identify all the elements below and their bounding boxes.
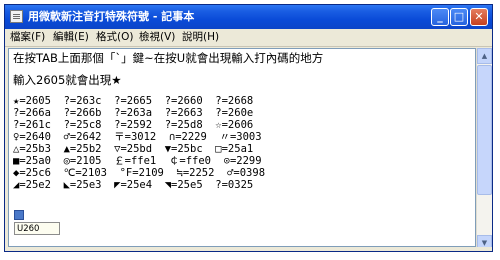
close-button[interactable]: ✕ [470, 8, 488, 26]
menu-file[interactable]: 檔案(F) [10, 31, 45, 44]
scrollbar-thumb[interactable] [477, 65, 492, 195]
scroll-up-icon[interactable]: ▲ [477, 48, 492, 64]
document-line: 在按TAB上面那個「`」鍵~在按U就會出現輸入打內碼的地方 [13, 51, 324, 65]
notepad-window: 用微軟新注音打特殊符號 - 記事本 _ □ ✕ 檔案(F) 編輯(E) 格式(O… [4, 4, 493, 252]
window-bottom-border [5, 247, 492, 251]
document-line: ◢=25e2 ◣=25e3 ◤=25e4 ◥=25e5 ?=0325 [13, 179, 254, 191]
notepad-icon[interactable] [10, 10, 23, 23]
title-bar[interactable]: 用微軟新注音打特殊符號 - 記事本 _ □ ✕ [5, 5, 492, 29]
menu-help[interactable]: 說明(H) [182, 31, 219, 44]
menu-edit[interactable]: 編輯(E) [53, 31, 89, 44]
ime-indicator-icon [14, 210, 24, 220]
menu-format[interactable]: 格式(O) [96, 31, 133, 44]
menu-bar: 檔案(F) 編輯(E) 格式(O) 檢視(V) 說明(H) [5, 29, 492, 47]
ime-composition-box[interactable]: U260 [14, 222, 60, 235]
vertical-scrollbar[interactable]: ▲ ▼ [476, 48, 492, 251]
minimize-button[interactable]: _ [431, 8, 449, 26]
maximize-button[interactable]: □ [450, 8, 468, 26]
document-line: 輸入2605就會出現★ [13, 73, 122, 87]
text-editor[interactable]: 在按TAB上面那個「`」鍵~在按U就會出現輸入打內碼的地方 輸入2605就會出現… [8, 48, 476, 247]
menu-view[interactable]: 檢視(V) [139, 31, 175, 44]
window-title: 用微軟新注音打特殊符號 - 記事本 [28, 10, 195, 23]
